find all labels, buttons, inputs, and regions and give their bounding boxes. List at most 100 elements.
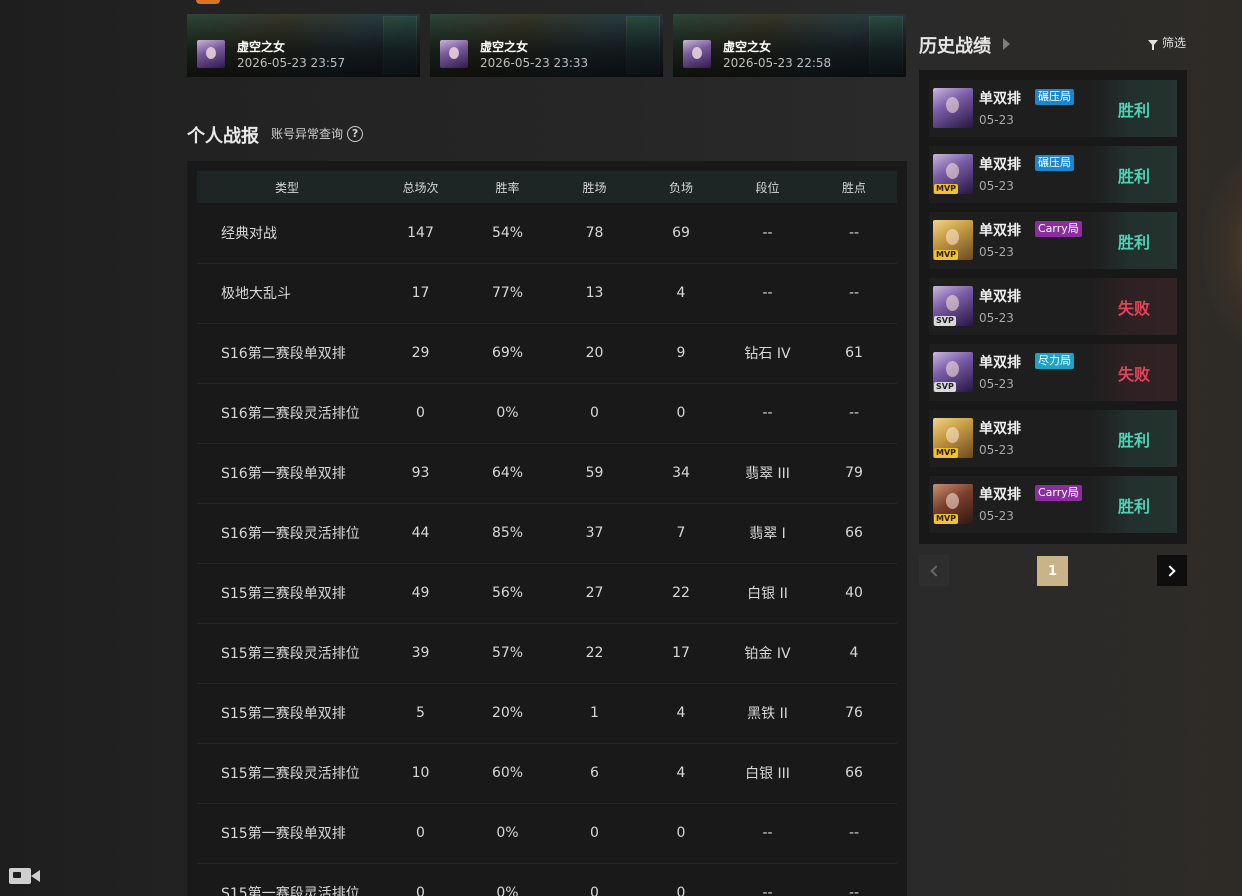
match-mode: 单双排: [979, 421, 1021, 437]
match-tag: 尽力局: [1035, 353, 1074, 369]
match-date: 05-23: [979, 311, 1014, 325]
cell-losses: 0: [638, 803, 724, 864]
col-winrate: 胜率: [464, 171, 551, 203]
match-date: 05-23: [979, 113, 1014, 127]
match-item[interactable]: 单双排 碾压局 05-23 胜利: [929, 80, 1177, 137]
match-date: 05-23: [979, 509, 1014, 523]
cell-type: S15第一赛段单双排: [197, 803, 377, 864]
cell-winrate: 85%: [464, 503, 551, 564]
cell-wins: 13: [551, 263, 638, 324]
cell-total: 29: [377, 323, 464, 384]
match-tag: 碾压局: [1035, 89, 1074, 105]
cell-losses: 69: [638, 203, 724, 264]
cell-rank: --: [724, 203, 811, 264]
next-page-button[interactable]: [1157, 555, 1187, 586]
video-time: 2026-05-23 23:57: [237, 56, 346, 70]
col-rank: 段位: [724, 171, 811, 203]
stats-header-row: 类型 总场次 胜率 胜场 负场 段位 胜点: [197, 171, 897, 203]
hero-avatar: [933, 88, 973, 128]
cell-total: 0: [377, 803, 464, 864]
hero-avatar: MVP: [933, 220, 973, 260]
account-abnormal-link[interactable]: 账号异常查询 ?: [271, 125, 364, 142]
match-item[interactable]: SVP 单双排 尽力局 05-23 失败: [929, 344, 1177, 401]
cell-lp: 4: [811, 623, 897, 684]
video-camera-icon[interactable]: [9, 868, 40, 884]
hero-avatar: SVP: [933, 286, 973, 326]
match-date: 05-23: [979, 179, 1014, 193]
match-item[interactable]: MVP 单双排 碾压局 05-23 胜利: [929, 146, 1177, 203]
cell-total: 5: [377, 683, 464, 744]
stats-row: 极地大乱斗 17 77% 13 4 -- --: [197, 263, 897, 324]
cell-type: S15第一赛段灵活排位: [197, 863, 377, 896]
match-item[interactable]: MVP 单双排 05-23 胜利: [929, 410, 1177, 467]
stats-row: S15第二赛段单双排 5 20% 1 4 黑铁 II 76: [197, 683, 897, 744]
cell-type: 极地大乱斗: [197, 263, 377, 324]
chevron-right-icon: [1164, 564, 1176, 577]
hero-avatar: [683, 40, 711, 68]
cell-total: 49: [377, 563, 464, 624]
match-mode: 单双排: [979, 289, 1021, 305]
cell-rank: --: [724, 263, 811, 324]
video-card[interactable]: 虚空之女 2026-05-23 23:57: [187, 14, 420, 77]
cell-lp: 76: [811, 683, 897, 744]
video-card[interactable]: 虚空之女 2026-05-23 23:33: [430, 14, 663, 77]
match-item[interactable]: SVP 单双排 05-23 失败: [929, 278, 1177, 335]
page-number-current[interactable]: 1: [1037, 556, 1068, 586]
prev-page-button[interactable]: [919, 555, 949, 586]
video-card[interactable]: 虚空之女 2026-05-23 22:58: [673, 14, 906, 77]
stats-row: 经典对战 147 54% 78 69 -- --: [197, 203, 897, 264]
cell-winrate: 57%: [464, 623, 551, 684]
cell-losses: 4: [638, 263, 724, 324]
match-mode: 单双排: [979, 487, 1021, 503]
match-mode: 单双排: [979, 223, 1021, 239]
stats-row: S15第一赛段单双排 0 0% 0 0 -- --: [197, 803, 897, 864]
mvp-badge: MVP: [934, 448, 959, 458]
cell-rank: --: [724, 863, 811, 896]
match-tag: Carry局: [1035, 221, 1082, 237]
cell-losses: 22: [638, 563, 724, 624]
stats-row: S16第二赛段灵活排位 0 0% 0 0 -- --: [197, 383, 897, 444]
cell-type: S15第二赛段灵活排位: [197, 743, 377, 804]
history-title[interactable]: 历史战绩: [919, 32, 991, 58]
filter-label: 筛选: [1162, 36, 1187, 50]
cell-lp: --: [811, 263, 897, 324]
stats-row: S15第二赛段灵活排位 10 60% 6 4 白银 III 66: [197, 743, 897, 804]
match-tag: Carry局: [1035, 485, 1082, 501]
stats-row: S15第一赛段灵活排位 0 0% 0 0 -- --: [197, 863, 897, 896]
cell-rank: 黑铁 II: [724, 683, 811, 744]
cell-winrate: 0%: [464, 383, 551, 444]
mvp-badge: MVP: [934, 250, 959, 260]
cell-type: S16第二赛段单双排: [197, 323, 377, 384]
hero-avatar: MVP: [933, 418, 973, 458]
match-result: 胜利: [1091, 146, 1177, 203]
cell-type: S15第三赛段灵活排位: [197, 623, 377, 684]
cell-losses: 7: [638, 503, 724, 564]
cell-wins: 0: [551, 383, 638, 444]
cell-total: 0: [377, 383, 464, 444]
cell-winrate: 77%: [464, 263, 551, 324]
match-item[interactable]: MVP 单双排 Carry局 05-23 胜利: [929, 212, 1177, 269]
match-result: 失败: [1091, 278, 1177, 335]
cell-total: 147: [377, 203, 464, 264]
cell-rank: 铂金 IV: [724, 623, 811, 684]
cell-wins: 0: [551, 863, 638, 896]
cell-rank: 翡翠 III: [724, 443, 811, 504]
cell-total: 17: [377, 263, 464, 324]
video-hero-name: 虚空之女: [723, 40, 772, 54]
match-item[interactable]: MVP 单双排 Carry局 05-23 胜利: [929, 476, 1177, 533]
match-result: 胜利: [1091, 476, 1177, 533]
caret-right-icon[interactable]: [1003, 38, 1010, 50]
cell-lp: 66: [811, 503, 897, 564]
cell-winrate: 64%: [464, 443, 551, 504]
filter-button[interactable]: 筛选: [1148, 34, 1186, 51]
hero-avatar: MVP: [933, 154, 973, 194]
cell-rank: --: [724, 383, 811, 444]
cell-rank: --: [724, 803, 811, 864]
help-icon[interactable]: ?: [347, 125, 364, 142]
match-tag: 碾压局: [1035, 155, 1074, 171]
mvp-badge: SVP: [934, 382, 956, 392]
col-total: 总场次: [377, 171, 464, 203]
personal-stats-title: 个人战报: [187, 126, 259, 147]
cell-wins: 6: [551, 743, 638, 804]
hero-avatar: SVP: [933, 352, 973, 392]
